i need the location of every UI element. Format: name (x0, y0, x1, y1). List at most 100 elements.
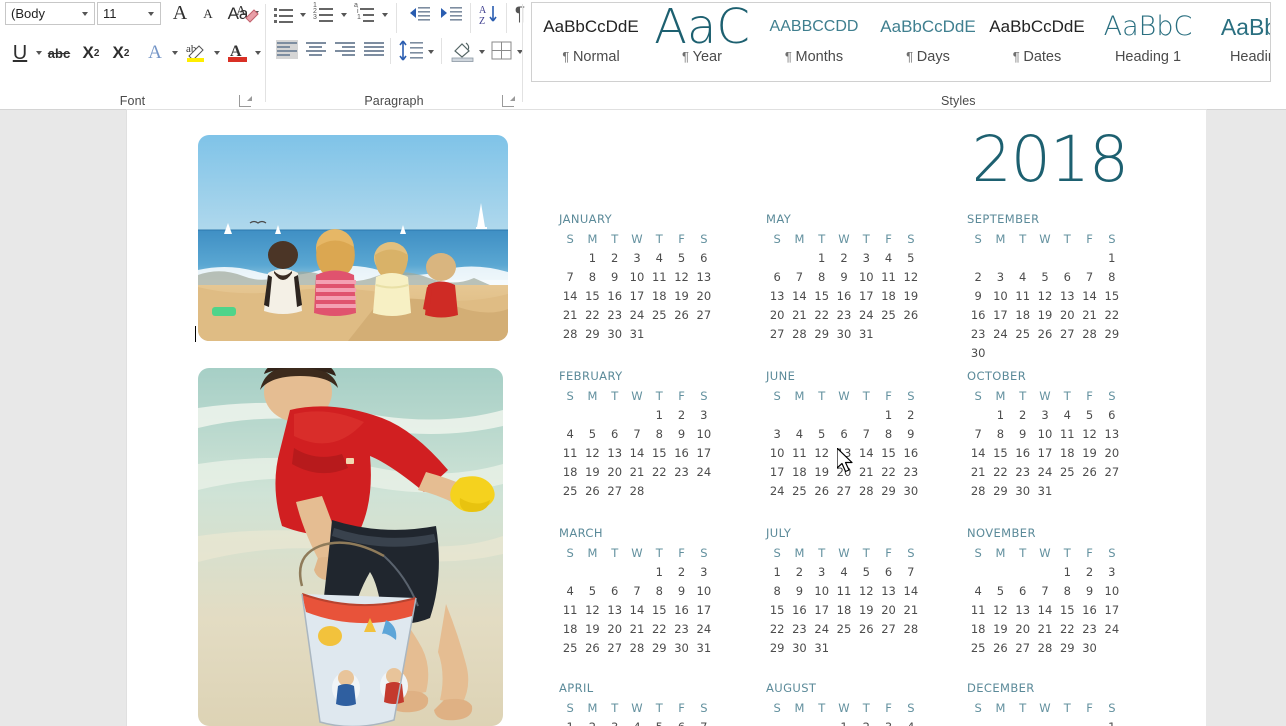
date-row: 1234567 (559, 717, 715, 726)
styles-gallery[interactable]: AaBbCcDdE ¶ Normal AaC ¶ Year AABBCCDD ¶ Mont… (531, 2, 1271, 82)
decrease-indent-glyph (410, 7, 430, 21)
date-row: 1234 (766, 717, 922, 726)
sort-az-icon[interactable]: A Z (478, 3, 504, 27)
font-color-icon[interactable]: A (224, 38, 252, 66)
date-cell: 22 (881, 464, 896, 479)
text-highlight-icon[interactable]: ab (182, 38, 210, 66)
decrease-indent-icon[interactable] (406, 5, 434, 23)
month-name: JANUARY (559, 212, 613, 226)
weekday-header-cell: T (862, 388, 870, 403)
clear-all-formatting-icon[interactable]: A (234, 1, 262, 27)
line-spacing-chevron-icon[interactable] (428, 50, 434, 54)
weekday-header-row: SMTWTFS (766, 229, 922, 248)
date-cell: 7 (1085, 269, 1094, 284)
align-left-icon[interactable] (276, 40, 298, 59)
date-cell: 22 (585, 307, 600, 322)
style-item-days[interactable]: AaBbCcDdE ¶ Days (874, 3, 982, 79)
bullets-icon[interactable] (274, 6, 296, 24)
font-color-chevron-icon[interactable] (255, 51, 261, 55)
document-page[interactable]: 2018 JANUARY S M T W T F S 1 2 3 4 5 6 7… (127, 110, 1206, 726)
date-cell: 9 (840, 269, 848, 284)
align-center-icon[interactable] (305, 40, 327, 59)
date-cell: 1 (833, 717, 855, 726)
date-cell: 2 (974, 269, 982, 284)
date-cell: 4 (1063, 407, 1071, 422)
date-cell: 30 (1015, 483, 1031, 498)
shading-icon[interactable] (448, 38, 476, 64)
month-date-table: SMTWTFS123456789101112131415161718192021… (766, 229, 922, 343)
month-date-table: SMTWTFS123456789101112131415161718192021… (766, 698, 922, 726)
date-cell: 17 (769, 464, 785, 479)
underline-icon[interactable]: U (8, 40, 32, 66)
paragraph-dialog-launcher[interactable] (502, 95, 515, 107)
month-block-october: OCTOBER S M T W T F S 1 2 3 4 5 6 7 8 9 10 11 12 13 14 15 16 17 1… (967, 369, 1127, 500)
date-cell: 3 (818, 564, 826, 579)
date-row: 10 11 12 13 14 15 16 (766, 443, 922, 462)
style-item-heading-2[interactable]: AaBbCc Heading 2 (1204, 3, 1270, 79)
weekday-header-cell: T (862, 700, 870, 715)
weekday-header-row: SMTWTFS (766, 386, 922, 405)
date-cell: 29 (814, 326, 830, 341)
shrink-font-icon[interactable]: A (196, 2, 220, 25)
date-cell: 15 (585, 288, 600, 303)
date-cell: 18 (1059, 445, 1075, 460)
date-cell: 21 (562, 307, 578, 322)
strikethrough-icon[interactable]: abc (46, 40, 72, 66)
date-cell: 27 (1059, 326, 1075, 341)
multilevel-list-chevron-icon[interactable] (382, 13, 388, 17)
date-cell: 27 (1015, 640, 1031, 655)
numbering-icon[interactable]: 1 2 3 (313, 2, 336, 23)
font-group-controls: (Body 11 A A Aa U abc X 2 X 2 A ab A (0, 0, 265, 88)
photo-boy-with-bucket-on-beach[interactable] (198, 368, 503, 726)
date-cell: 9 (795, 583, 804, 598)
style-item-heading-1[interactable]: AaBbC Heading 1 (1092, 3, 1204, 79)
subscript-icon[interactable]: X2 (78, 40, 104, 66)
date-cell: 8 (655, 426, 663, 441)
font-dialog-launcher[interactable] (239, 95, 252, 107)
align-right-icon[interactable] (334, 40, 356, 59)
underline-chevron-icon[interactable] (36, 51, 42, 55)
date-cell (989, 343, 1011, 362)
justify-icon[interactable] (363, 40, 385, 59)
style-item-normal[interactable]: AaBbCcDdE ¶ Normal (532, 3, 650, 79)
date-cell: 6 (1108, 407, 1116, 422)
chevron-down-icon[interactable] (148, 11, 154, 16)
date-cell: 8 (1063, 583, 1071, 598)
photo-four-children-sitting-on-beach[interactable] (198, 135, 508, 341)
grow-font-icon[interactable]: A (168, 2, 192, 25)
borders-icon[interactable] (490, 40, 514, 62)
date-cell: 7 (633, 426, 641, 441)
weekday-header-row: SMTWTFS (967, 543, 1123, 562)
date-cell: 25 (1015, 326, 1031, 341)
ribbon-group-paragraph: 1 2 3 a i 1 A Z ¶ Paragraph (266, 0, 525, 110)
month-block-march: MARCH S M T W T F S 1 2 3 4 5 6 7 8 9 10 11 12 13 14 15 16 17 18 1… (559, 526, 719, 657)
font-size-combo[interactable]: 11 (97, 2, 161, 25)
date-row: 15 16 17 18 19 20 21 (766, 600, 922, 619)
bullets-chevron-icon[interactable] (300, 13, 306, 17)
numbering-chevron-icon[interactable] (341, 13, 347, 17)
style-item-months[interactable]: AABBCCDD ¶ Months (754, 3, 874, 79)
date-cell: 14 (629, 445, 645, 460)
date-cell: 3 (1041, 407, 1049, 422)
style-item-dates[interactable]: AaBbCcDdE ¶ Dates (982, 3, 1092, 79)
superscript-icon[interactable]: X2 (108, 40, 134, 66)
multilevel-list-icon[interactable]: a i 1 (354, 2, 377, 23)
date-cell: 19 (1082, 445, 1097, 460)
style-item-year[interactable]: AaC ¶ Year (650, 3, 754, 79)
date-cell: 14 (1082, 288, 1097, 303)
increase-indent-icon[interactable] (438, 5, 466, 23)
date-cell: 27 (607, 483, 623, 498)
chevron-down-icon[interactable] (82, 11, 88, 16)
date-cell: 22 (769, 621, 785, 636)
text-highlight-chevron-icon[interactable] (214, 51, 220, 55)
month-block-february: FEBRUARY S M T W T F S 1 2 3 4 5 6 7 8 9 10 11 12 13 14 15 16 17… (559, 369, 719, 500)
date-cell (581, 562, 603, 581)
date-cell: 6 (611, 583, 619, 598)
text-effects-icon[interactable]: A (142, 40, 168, 66)
weekday-header-cell: S (907, 231, 915, 246)
font-name-combo[interactable]: (Body (5, 2, 95, 25)
shading-chevron-icon[interactable] (479, 50, 485, 54)
text-effects-chevron-icon[interactable] (172, 51, 178, 55)
line-spacing-icon[interactable] (397, 38, 425, 64)
date-cell (1056, 481, 1078, 500)
